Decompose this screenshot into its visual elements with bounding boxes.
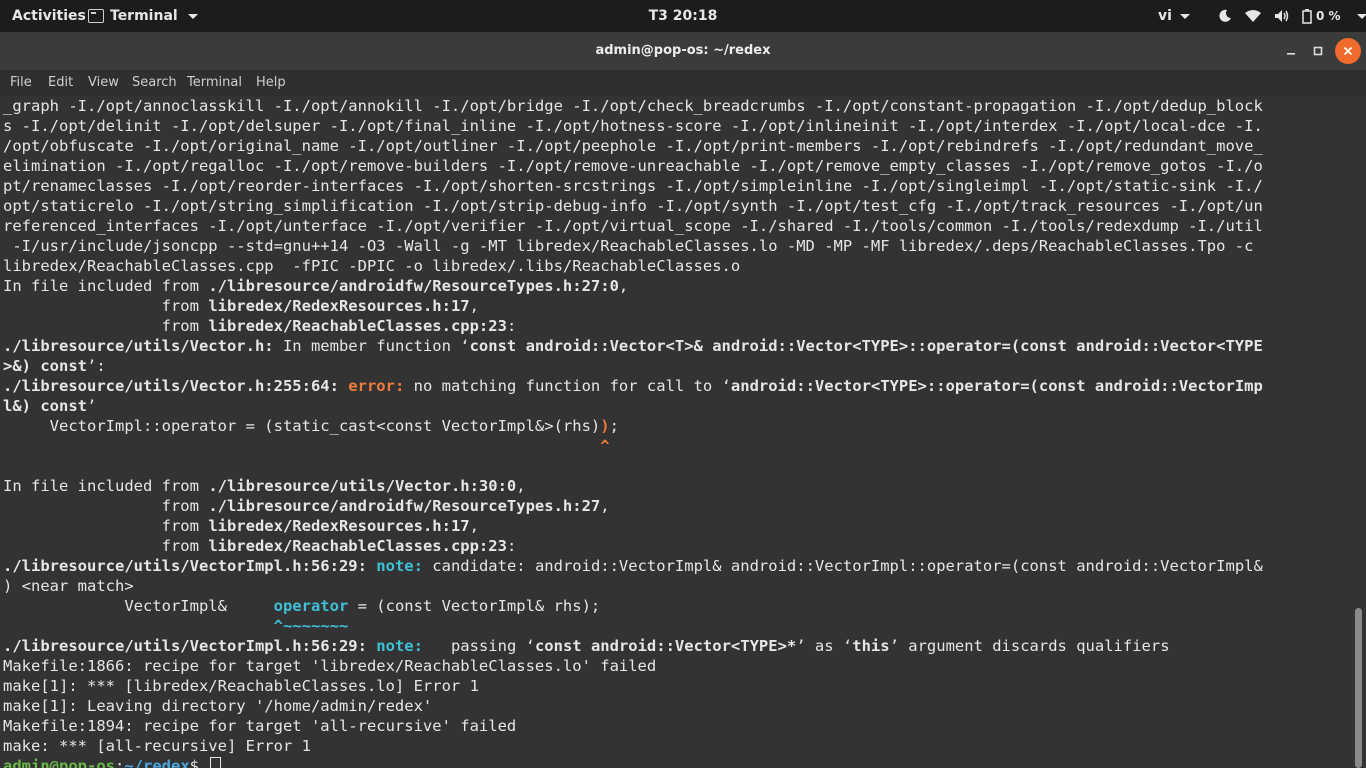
close-icon (1343, 46, 1353, 56)
system-status-area[interactable]: 0 % (1218, 0, 1366, 32)
maximize-button[interactable] (1305, 38, 1331, 64)
terminal-line: referenced_interfaces -I./opt/unterface … (3, 217, 1263, 235)
window-title: admin@pop-os: ~/redex (595, 43, 771, 58)
battery-percentage: 0 % (1316, 9, 1341, 23)
terminal-line: VectorImpl::operator = (static_cast<cons… (3, 417, 619, 435)
wifi-icon (1245, 10, 1261, 22)
prompt-path: ~/redex (124, 757, 190, 768)
terminal-line: _graph -I./opt/annoclasskill -I./opt/ann… (3, 97, 1263, 115)
terminal-line: In file included from ./libresource/andr… (3, 277, 629, 295)
note-label: note: (376, 557, 423, 575)
terminal-window: admin@pop-os: ~/redex File Edit View Sea… (0, 32, 1366, 768)
terminal-line: from libredex/ReachableClasses.cpp:23: (3, 317, 517, 335)
terminal-line: ^~~~~~~~ (273, 617, 349, 635)
terminal-line: ./libresource/utils/VectorImpl.h:56:29: … (3, 637, 1170, 655)
terminal-line: ./libresource/utils/Vector.h:255:64: err… (3, 377, 1263, 395)
chevron-down-icon (1179, 13, 1190, 19)
terminal-line: from libredex/RedexResources.h:17, (3, 297, 479, 315)
terminal-line: from libredex/ReachableClasses.cpp:23: (3, 537, 517, 555)
terminal-line: s -I./opt/delinit -I./opt/delsuper -I./o… (3, 117, 1263, 135)
terminal-output[interactable]: _graph -I./opt/annoclasskill -I./opt/ann… (0, 96, 1366, 768)
terminal-line: In file included from ./libresource/util… (3, 477, 526, 495)
battery-icon (1302, 8, 1312, 24)
terminal-line: ./libresource/utils/Vector.h: In member … (3, 337, 1263, 355)
minimize-button[interactable] (1278, 38, 1304, 64)
terminal-line: ^ (600, 437, 610, 455)
terminal-line: make[1]: *** [libredex/ReachableClasses.… (3, 677, 479, 695)
shell-prompt[interactable]: admin@pop-os:~/redex$ (3, 756, 222, 768)
terminal-line: opt/staticrelo -I./opt/string_simplifica… (3, 197, 1263, 215)
chevron-down-icon (1356, 13, 1366, 19)
menu-edit[interactable]: Edit (48, 70, 73, 96)
terminal-scrollbar[interactable] (1355, 608, 1362, 768)
keyboard-layout-indicator[interactable]: vi (1158, 0, 1190, 32)
menu-search[interactable]: Search (132, 70, 177, 96)
terminal-line: VectorImpl& operator = (const VectorImpl… (3, 597, 601, 615)
moon-icon (1219, 9, 1231, 22)
terminal-line: -I/usr/include/jsoncpp --std=gnu++14 -O3… (3, 237, 1254, 255)
volume-icon (1275, 10, 1289, 22)
keyboard-layout-label: vi (1158, 8, 1172, 24)
menu-bar: File Edit View Search Terminal Help (0, 70, 1366, 96)
text-cursor (210, 756, 222, 768)
top-panel: Activities Terminal T3 20:18 vi 0 % (0, 0, 1366, 32)
terminal-line: l&) const’ (3, 397, 97, 415)
menu-view[interactable]: View (88, 70, 119, 96)
window-titlebar[interactable]: admin@pop-os: ~/redex (0, 32, 1366, 70)
prompt-user: admin@pop-os (3, 757, 115, 768)
terminal-line: libredex/ReachableClasses.cpp -fPIC -DPI… (3, 257, 741, 275)
terminal-line: make: *** [all-recursive] Error 1 (3, 737, 311, 755)
terminal-line: >&) const’: (3, 357, 106, 375)
terminal-line: make[1]: Leaving directory '/home/admin/… (3, 697, 433, 715)
maximize-icon (1313, 46, 1323, 56)
terminal-line: from ./libresource/androidfw/ResourceTyp… (3, 497, 610, 515)
terminal-line: ./libresource/utils/VectorImpl.h:56:29: … (3, 557, 1263, 575)
terminal-line: pt/renameclasses -I./opt/reorder-interfa… (3, 177, 1263, 195)
error-label: error: (348, 377, 405, 395)
terminal-line: from libredex/RedexResources.h:17, (3, 517, 479, 535)
clock-label[interactable]: T3 20:18 (649, 8, 718, 24)
terminal-line: ) <near match> (3, 577, 134, 595)
menu-help[interactable]: Help (256, 70, 286, 96)
minimize-icon (1287, 53, 1295, 55)
menu-file[interactable]: File (10, 70, 32, 96)
close-button[interactable] (1335, 38, 1361, 64)
note-label: note: (376, 637, 423, 655)
terminal-line: elimination -I./opt/regalloc -I./opt/rem… (3, 157, 1263, 175)
terminal-line: /opt/obfuscate -I./opt/original_name -I.… (3, 137, 1263, 155)
menu-terminal[interactable]: Terminal (187, 70, 242, 96)
terminal-line: Makefile:1866: recipe for target 'libred… (3, 657, 657, 675)
terminal-line: Makefile:1894: recipe for target 'all-re… (3, 717, 517, 735)
